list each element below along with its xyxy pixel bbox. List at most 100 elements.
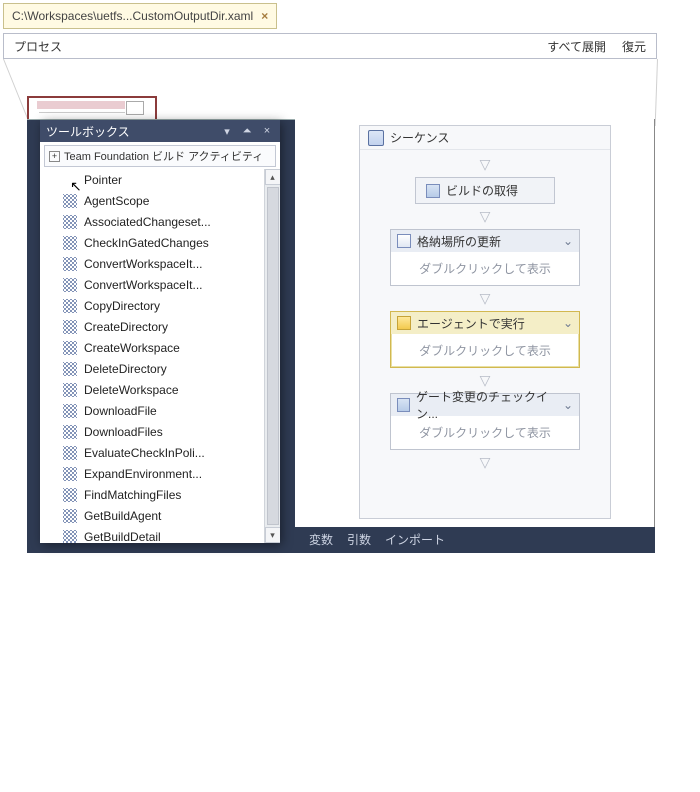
activity-icon (62, 487, 78, 503)
activity-icon (62, 256, 78, 272)
expand-icon[interactable]: + (49, 151, 60, 162)
toolbox-item-label: CreateDirectory (84, 320, 168, 334)
toolbox-item[interactable]: CopyDirectory (40, 295, 264, 316)
activity-agent-run[interactable]: エージェントで実行 ⌄ ダブルクリックして表示 (390, 311, 580, 368)
connector-arrow-icon: ▽ (480, 372, 491, 389)
toolbox-item[interactable]: AssociatedChangeset... (40, 211, 264, 232)
activity-icon (62, 403, 78, 419)
chevron-down-icon[interactable]: ⌄ (563, 234, 573, 248)
activity-icon (426, 184, 440, 198)
toolbox-item-label: Pointer (84, 173, 122, 187)
toolbox-item[interactable]: CreateWorkspace (40, 337, 264, 358)
activity-icon (397, 234, 411, 248)
activity-icon (62, 235, 78, 251)
toolbox-item[interactable]: ConvertWorkspaceIt... (40, 253, 264, 274)
close-icon[interactable]: × (260, 125, 274, 137)
toolbox-title-label: ツールボックス (46, 123, 130, 140)
toolbox-item[interactable]: CreateDirectory (40, 316, 264, 337)
toolbox-item[interactable]: EvaluateCheckInPoli... (40, 442, 264, 463)
scroll-up-icon[interactable]: ▴ (265, 169, 281, 185)
activity-icon (62, 529, 78, 544)
activity-icon (62, 193, 78, 209)
close-tab-icon[interactable]: × (261, 9, 268, 23)
activity-hint: ダブルクリックして表示 (391, 252, 579, 285)
toolbox-item[interactable]: CheckInGatedChanges (40, 232, 264, 253)
designer-bottom-tabs: 変数 引数 インポート (295, 527, 655, 551)
dropdown-icon[interactable]: ▾ (220, 125, 234, 138)
activity-icon (62, 277, 78, 293)
activity-gate-checkin[interactable]: ゲート変更のチェックイン... ⌄ ダブルクリックして表示 (390, 393, 580, 450)
scroll-thumb[interactable] (267, 187, 279, 525)
toolbox-item[interactable]: DeleteWorkspace (40, 379, 264, 400)
toolbox-scrollbar[interactable]: ▴ ▾ (264, 169, 280, 543)
expand-all-button[interactable]: すべて展開 (547, 38, 606, 55)
toolbox-item-label: GetBuildAgent (84, 509, 161, 523)
activity-icon (62, 466, 78, 482)
toolbox-group-label: Team Foundation ビルド アクティビティ (64, 148, 263, 164)
toolbox-item-label: GetBuildDetail (84, 530, 161, 544)
activity-hint: ダブルクリックして表示 (391, 416, 579, 449)
activity-label: 格納場所の更新 (417, 233, 501, 250)
activity-label: ビルドの取得 (446, 182, 518, 199)
toolbox-item[interactable]: DeleteDirectory (40, 358, 264, 379)
toolbox-item[interactable]: Pointer (40, 169, 264, 190)
sequence-icon (368, 130, 384, 146)
toolbox-titlebar[interactable]: ツールボックス ▾ ⏶ × (40, 120, 280, 142)
sequence-container[interactable]: シーケンス ▽ ビルドの取得 ▽ 格納場所の更新 ⌄ ダブルクリックして表示 ▽ (359, 125, 611, 519)
toolbox-group-header[interactable]: + Team Foundation ビルド アクティビティ (44, 145, 276, 167)
toolbox-item-label: DownloadFile (84, 404, 157, 418)
toolbox-panel: ツールボックス ▾ ⏶ × + Team Foundation ビルド アクティ… (40, 120, 280, 543)
toolbox-item[interactable]: ExpandEnvironment... (40, 463, 264, 484)
chevron-down-icon[interactable]: ⌄ (563, 316, 573, 330)
activity-icon (62, 361, 78, 377)
tab-imports[interactable]: インポート (385, 531, 445, 548)
document-tab[interactable]: C:\Workspaces\uetfs...CustomOutputDir.xa… (3, 3, 277, 29)
connector-line (655, 59, 658, 126)
activity-hint: ダブルクリックして表示 (391, 334, 579, 367)
activity-storage-update[interactable]: 格納場所の更新 ⌄ ダブルクリックして表示 (390, 229, 580, 286)
activity-icon (62, 298, 78, 314)
connector-arrow-icon: ▽ (480, 208, 491, 225)
breadcrumb-bar: プロセス すべて展開 復元 (3, 33, 657, 59)
process-label[interactable]: プロセス (14, 38, 62, 55)
tab-variables[interactable]: 変数 (309, 531, 333, 548)
connector-arrow-icon: ▽ (480, 156, 491, 173)
toolbox-item[interactable]: DownloadFile (40, 400, 264, 421)
activity-icon (62, 445, 78, 461)
toolbox-item-label: CopyDirectory (84, 299, 160, 313)
mini-preview (27, 96, 157, 121)
toolbox-item[interactable]: ConvertWorkspaceIt... (40, 274, 264, 295)
activity-icon (397, 316, 411, 330)
activity-label: エージェントで実行 (417, 315, 525, 332)
sequence-label: シーケンス (390, 129, 449, 146)
pointer-icon (62, 172, 78, 188)
activity-get-build[interactable]: ビルドの取得 (415, 177, 555, 204)
connector-arrow-icon: ▽ (480, 454, 491, 471)
toolbox-item-label: FindMatchingFiles (84, 488, 181, 502)
pin-icon[interactable]: ⏶ (240, 125, 254, 138)
activity-icon (62, 382, 78, 398)
toolbox-item[interactable]: GetBuildDetail (40, 526, 264, 543)
toolbox-item-label: DownloadFiles (84, 425, 163, 439)
workflow-canvas[interactable]: シーケンス ▽ ビルドの取得 ▽ 格納場所の更新 ⌄ ダブルクリックして表示 ▽ (295, 119, 655, 527)
toolbox-item-label: ExpandEnvironment... (84, 467, 202, 481)
document-tab-filename: C:\Workspaces\uetfs...CustomOutputDir.xa… (12, 9, 253, 23)
toolbox-item[interactable]: DownloadFiles (40, 421, 264, 442)
toolbox-item-label: AgentScope (84, 194, 149, 208)
tab-arguments[interactable]: 引数 (347, 531, 371, 548)
toolbox-item[interactable]: GetBuildAgent (40, 505, 264, 526)
scroll-down-icon[interactable]: ▾ (265, 527, 281, 543)
activity-icon (62, 340, 78, 356)
connector-arrow-icon: ▽ (480, 290, 491, 307)
toolbox-items-list: Pointer AgentScope AssociatedChangeset... C… (40, 169, 264, 543)
activity-icon (397, 398, 410, 412)
restore-button[interactable]: 復元 (622, 38, 646, 55)
toolbox-item-label: DeleteWorkspace (84, 383, 179, 397)
activity-icon (62, 214, 78, 230)
toolbox-item-label: EvaluateCheckInPoli... (84, 446, 205, 460)
sequence-header[interactable]: シーケンス (360, 126, 610, 150)
toolbox-item-label: CreateWorkspace (84, 341, 180, 355)
toolbox-item[interactable]: FindMatchingFiles (40, 484, 264, 505)
chevron-down-icon[interactable]: ⌄ (563, 398, 573, 412)
toolbox-item-label: CheckInGatedChanges (84, 236, 209, 250)
